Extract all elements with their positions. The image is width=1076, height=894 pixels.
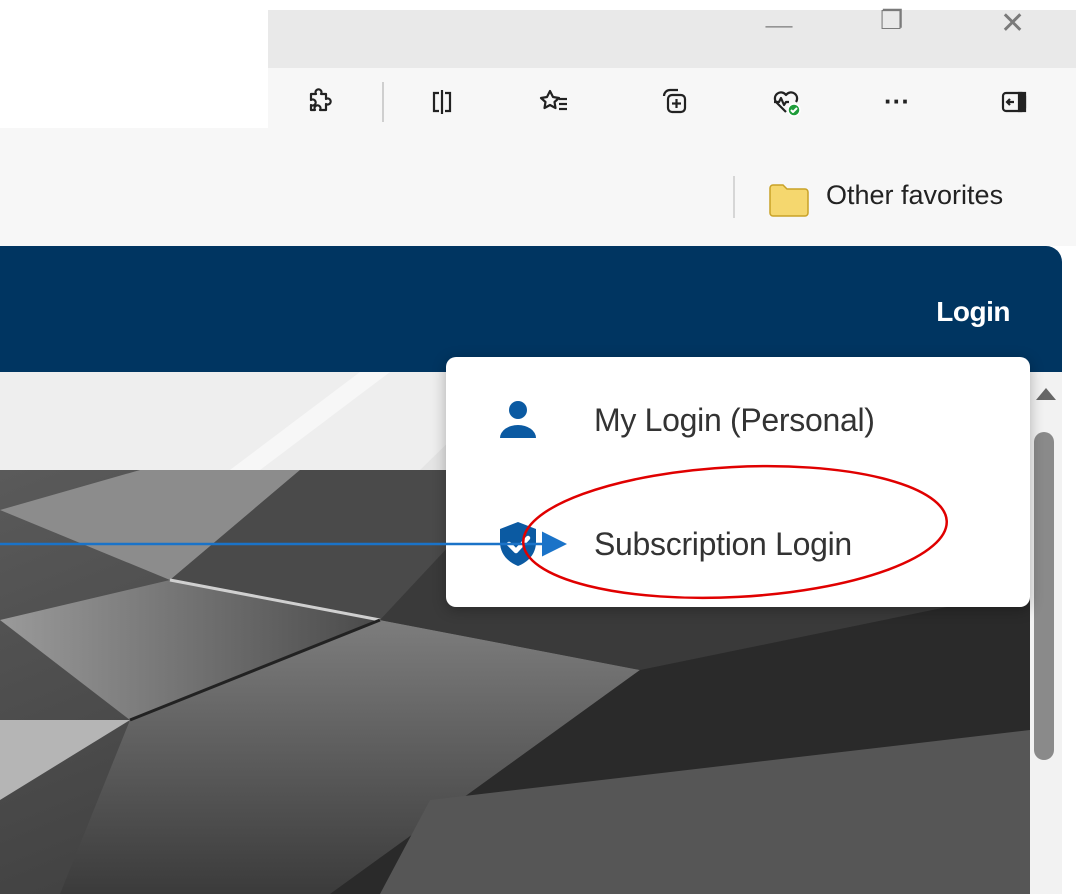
close-button[interactable]: ✕ xyxy=(1000,6,1025,41)
site-navbar xyxy=(0,246,1062,372)
more-icon[interactable]: ··· xyxy=(884,86,910,117)
favorites-bar-separator xyxy=(733,176,735,218)
favorites-icon[interactable] xyxy=(532,80,576,124)
extensions-icon[interactable] xyxy=(296,80,340,124)
menu-item-label: My Login (Personal) xyxy=(594,401,875,438)
window-edge xyxy=(1062,246,1076,894)
menu-item-my-login[interactable]: My Login (Personal) xyxy=(446,361,1030,479)
shield-check-icon xyxy=(500,522,536,566)
scrollbar-thumb[interactable] xyxy=(1034,432,1054,760)
split-screen-icon[interactable] xyxy=(420,80,464,124)
minimize-button[interactable]: — xyxy=(764,8,794,43)
toolbar-separator xyxy=(382,82,384,122)
login-dropdown-menu: My Login (Personal) Subscription Login xyxy=(446,357,1030,607)
menu-item-subscription-login[interactable]: Subscription Login xyxy=(446,485,1030,603)
other-favorites-link[interactable]: Other favorites xyxy=(826,180,1003,211)
person-icon xyxy=(500,401,536,438)
scroll-up-arrow[interactable] xyxy=(1036,388,1056,400)
login-link[interactable]: Login xyxy=(936,296,1010,328)
sidebar-icon[interactable] xyxy=(992,80,1036,124)
restore-button[interactable]: ❐ xyxy=(880,6,903,36)
cropped-page-area xyxy=(0,0,268,128)
browser-essentials-icon[interactable] xyxy=(764,80,808,124)
menu-item-label: Subscription Login xyxy=(594,525,852,562)
folder-icon[interactable] xyxy=(768,182,810,218)
collections-icon[interactable] xyxy=(652,80,696,124)
